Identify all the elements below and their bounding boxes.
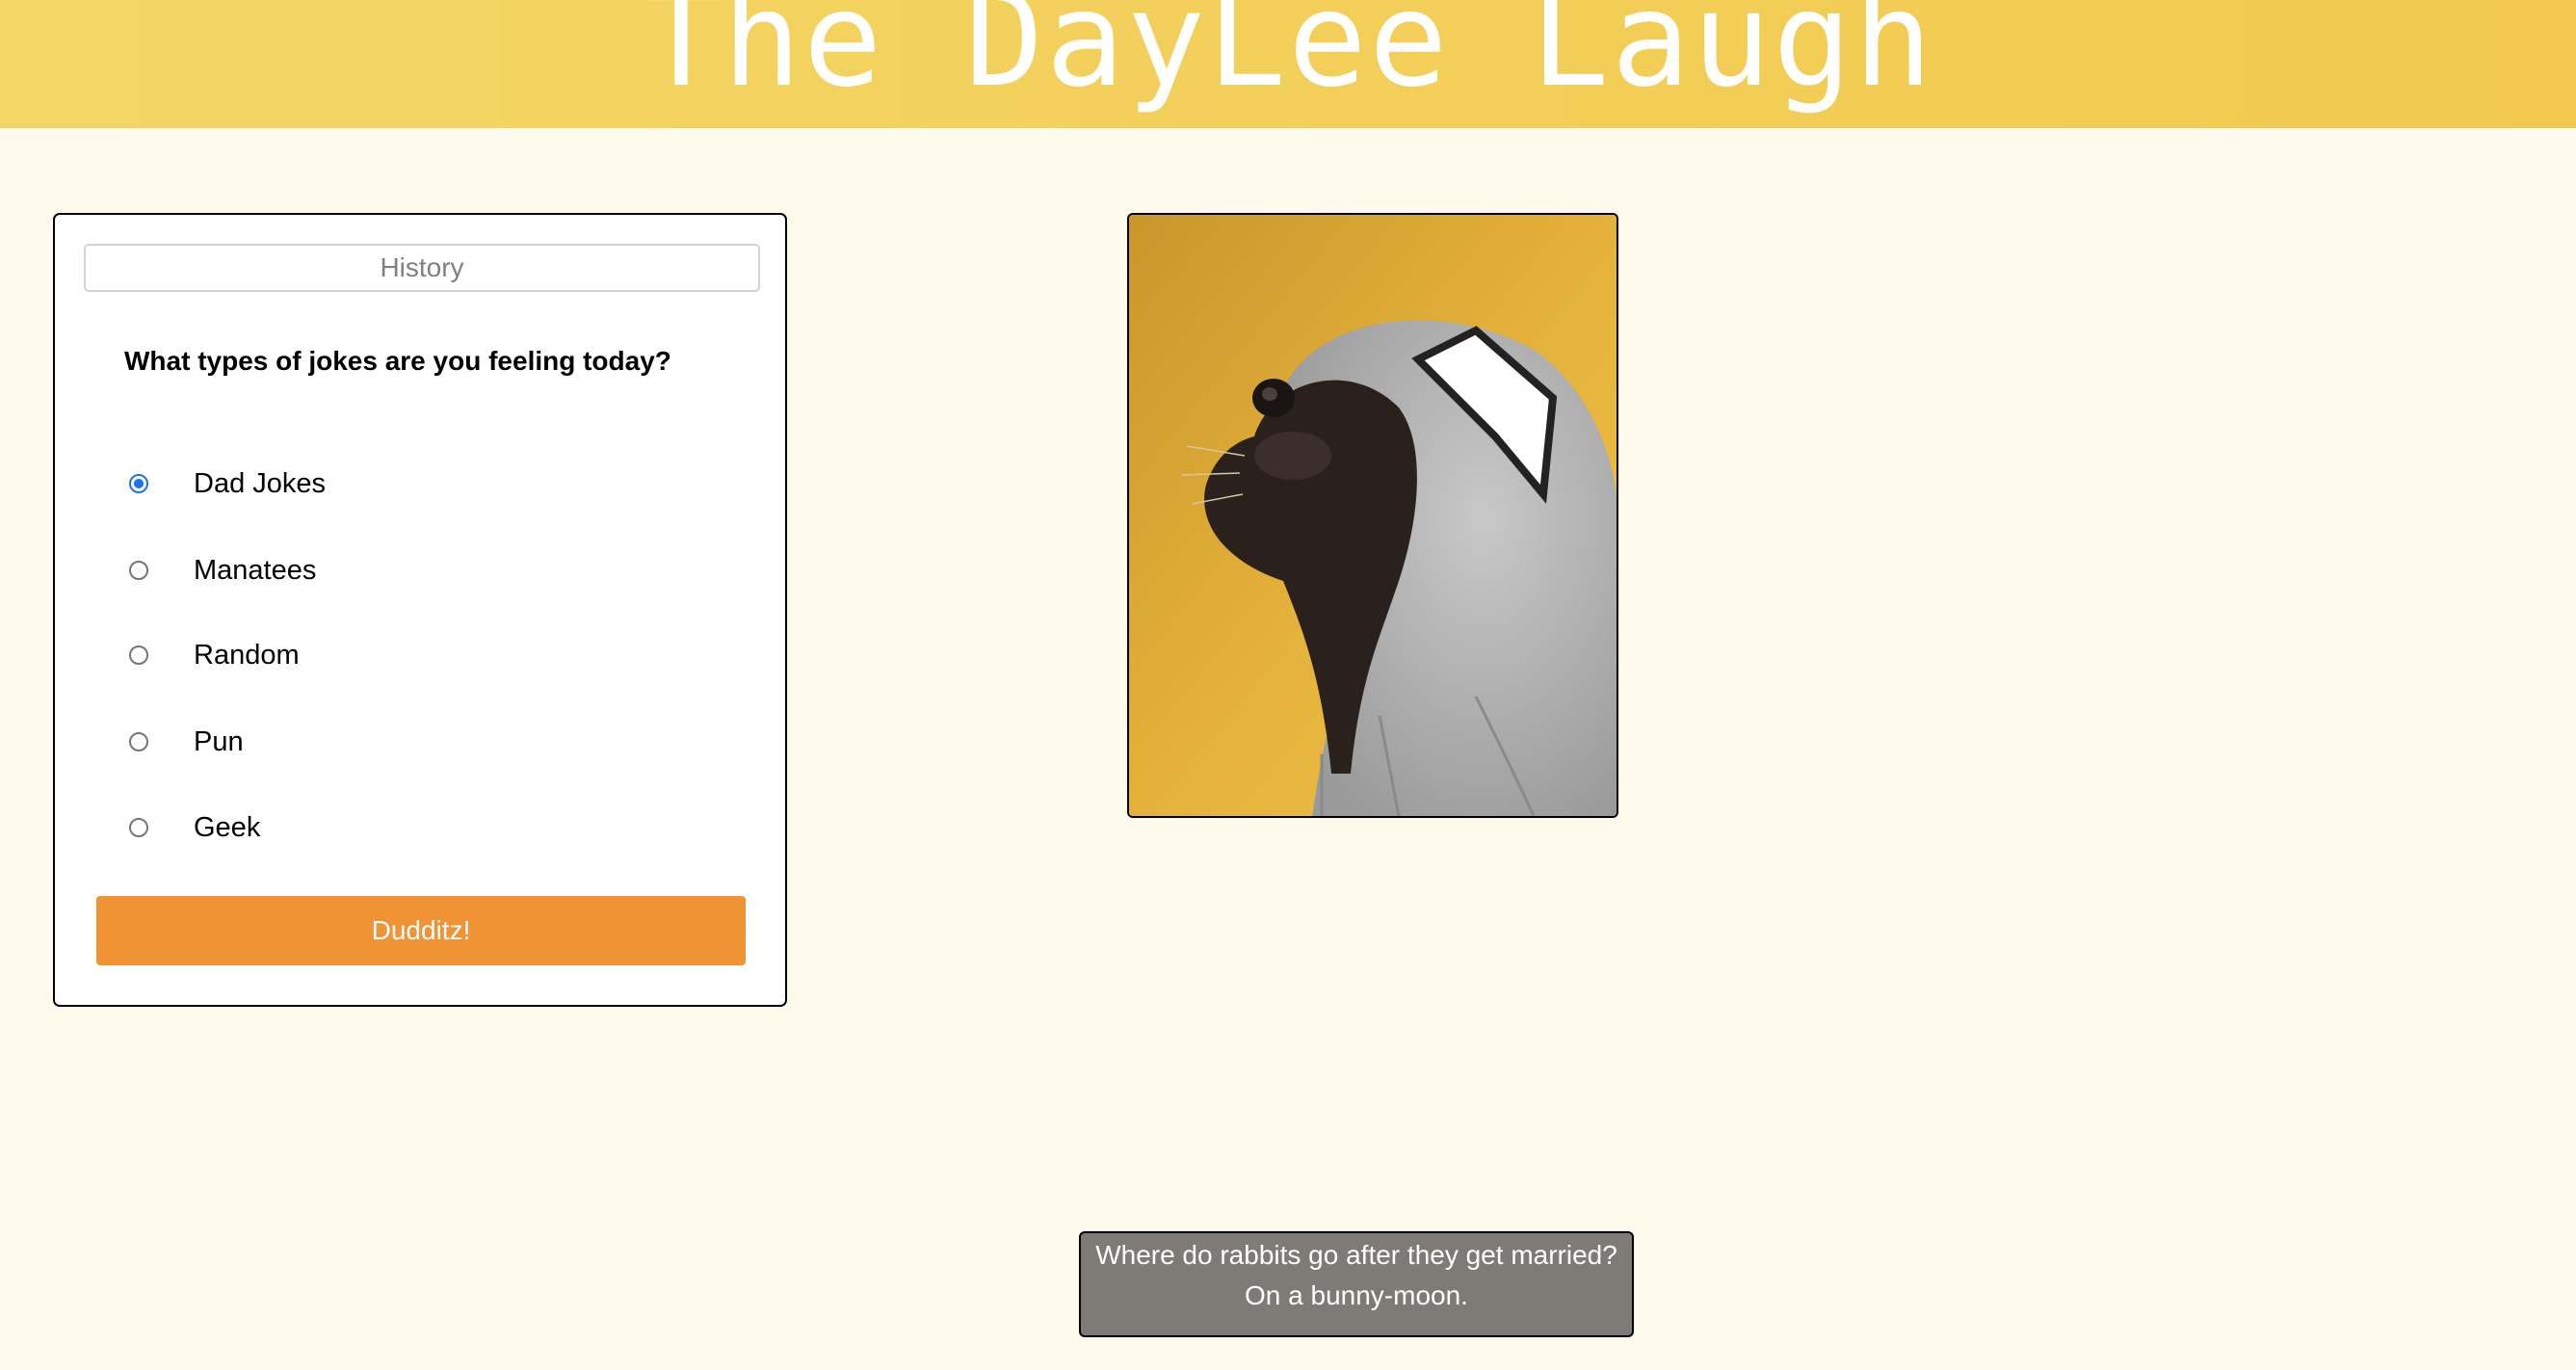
radio-manatees[interactable] [129,561,148,580]
joke-punchline: On a bunny-moon. [1245,1280,1468,1310]
option-label: Manatees [194,554,317,586]
option-dad-jokes[interactable]: Dad Jokes [113,460,326,508]
pug-in-hoodie-image [1127,213,1618,818]
radio-pun[interactable] [129,732,148,751]
option-pun[interactable]: Pun [113,718,244,766]
joke-type-panel: What types of jokes are you feeling toda… [53,213,787,1007]
radio-dad-jokes[interactable] [129,474,148,493]
option-geek[interactable]: Geek [113,804,260,852]
option-label: Random [194,639,300,671]
joke-type-question: What types of jokes are you feeling toda… [124,346,671,376]
dudditz-button[interactable]: Dudditz! [96,896,746,965]
option-label: Dad Jokes [194,467,327,499]
joke-display: Where do rabbits go after they get marri… [1079,1231,1634,1337]
radio-random[interactable] [129,645,148,665]
option-manatees[interactable]: Manatees [113,546,316,594]
option-random[interactable]: Random [113,631,300,679]
radio-geek[interactable] [129,818,148,837]
option-label: Pun [194,725,244,757]
joke-question: Where do rabbits go after they get marri… [1095,1240,1617,1270]
site-header: The DayLee Laugh [0,0,2576,128]
site-title: The DayLee Laugh [641,0,1935,117]
pug-photo-illustration [1129,215,1617,816]
option-label: Geek [194,811,261,843]
history-input[interactable] [84,244,760,292]
